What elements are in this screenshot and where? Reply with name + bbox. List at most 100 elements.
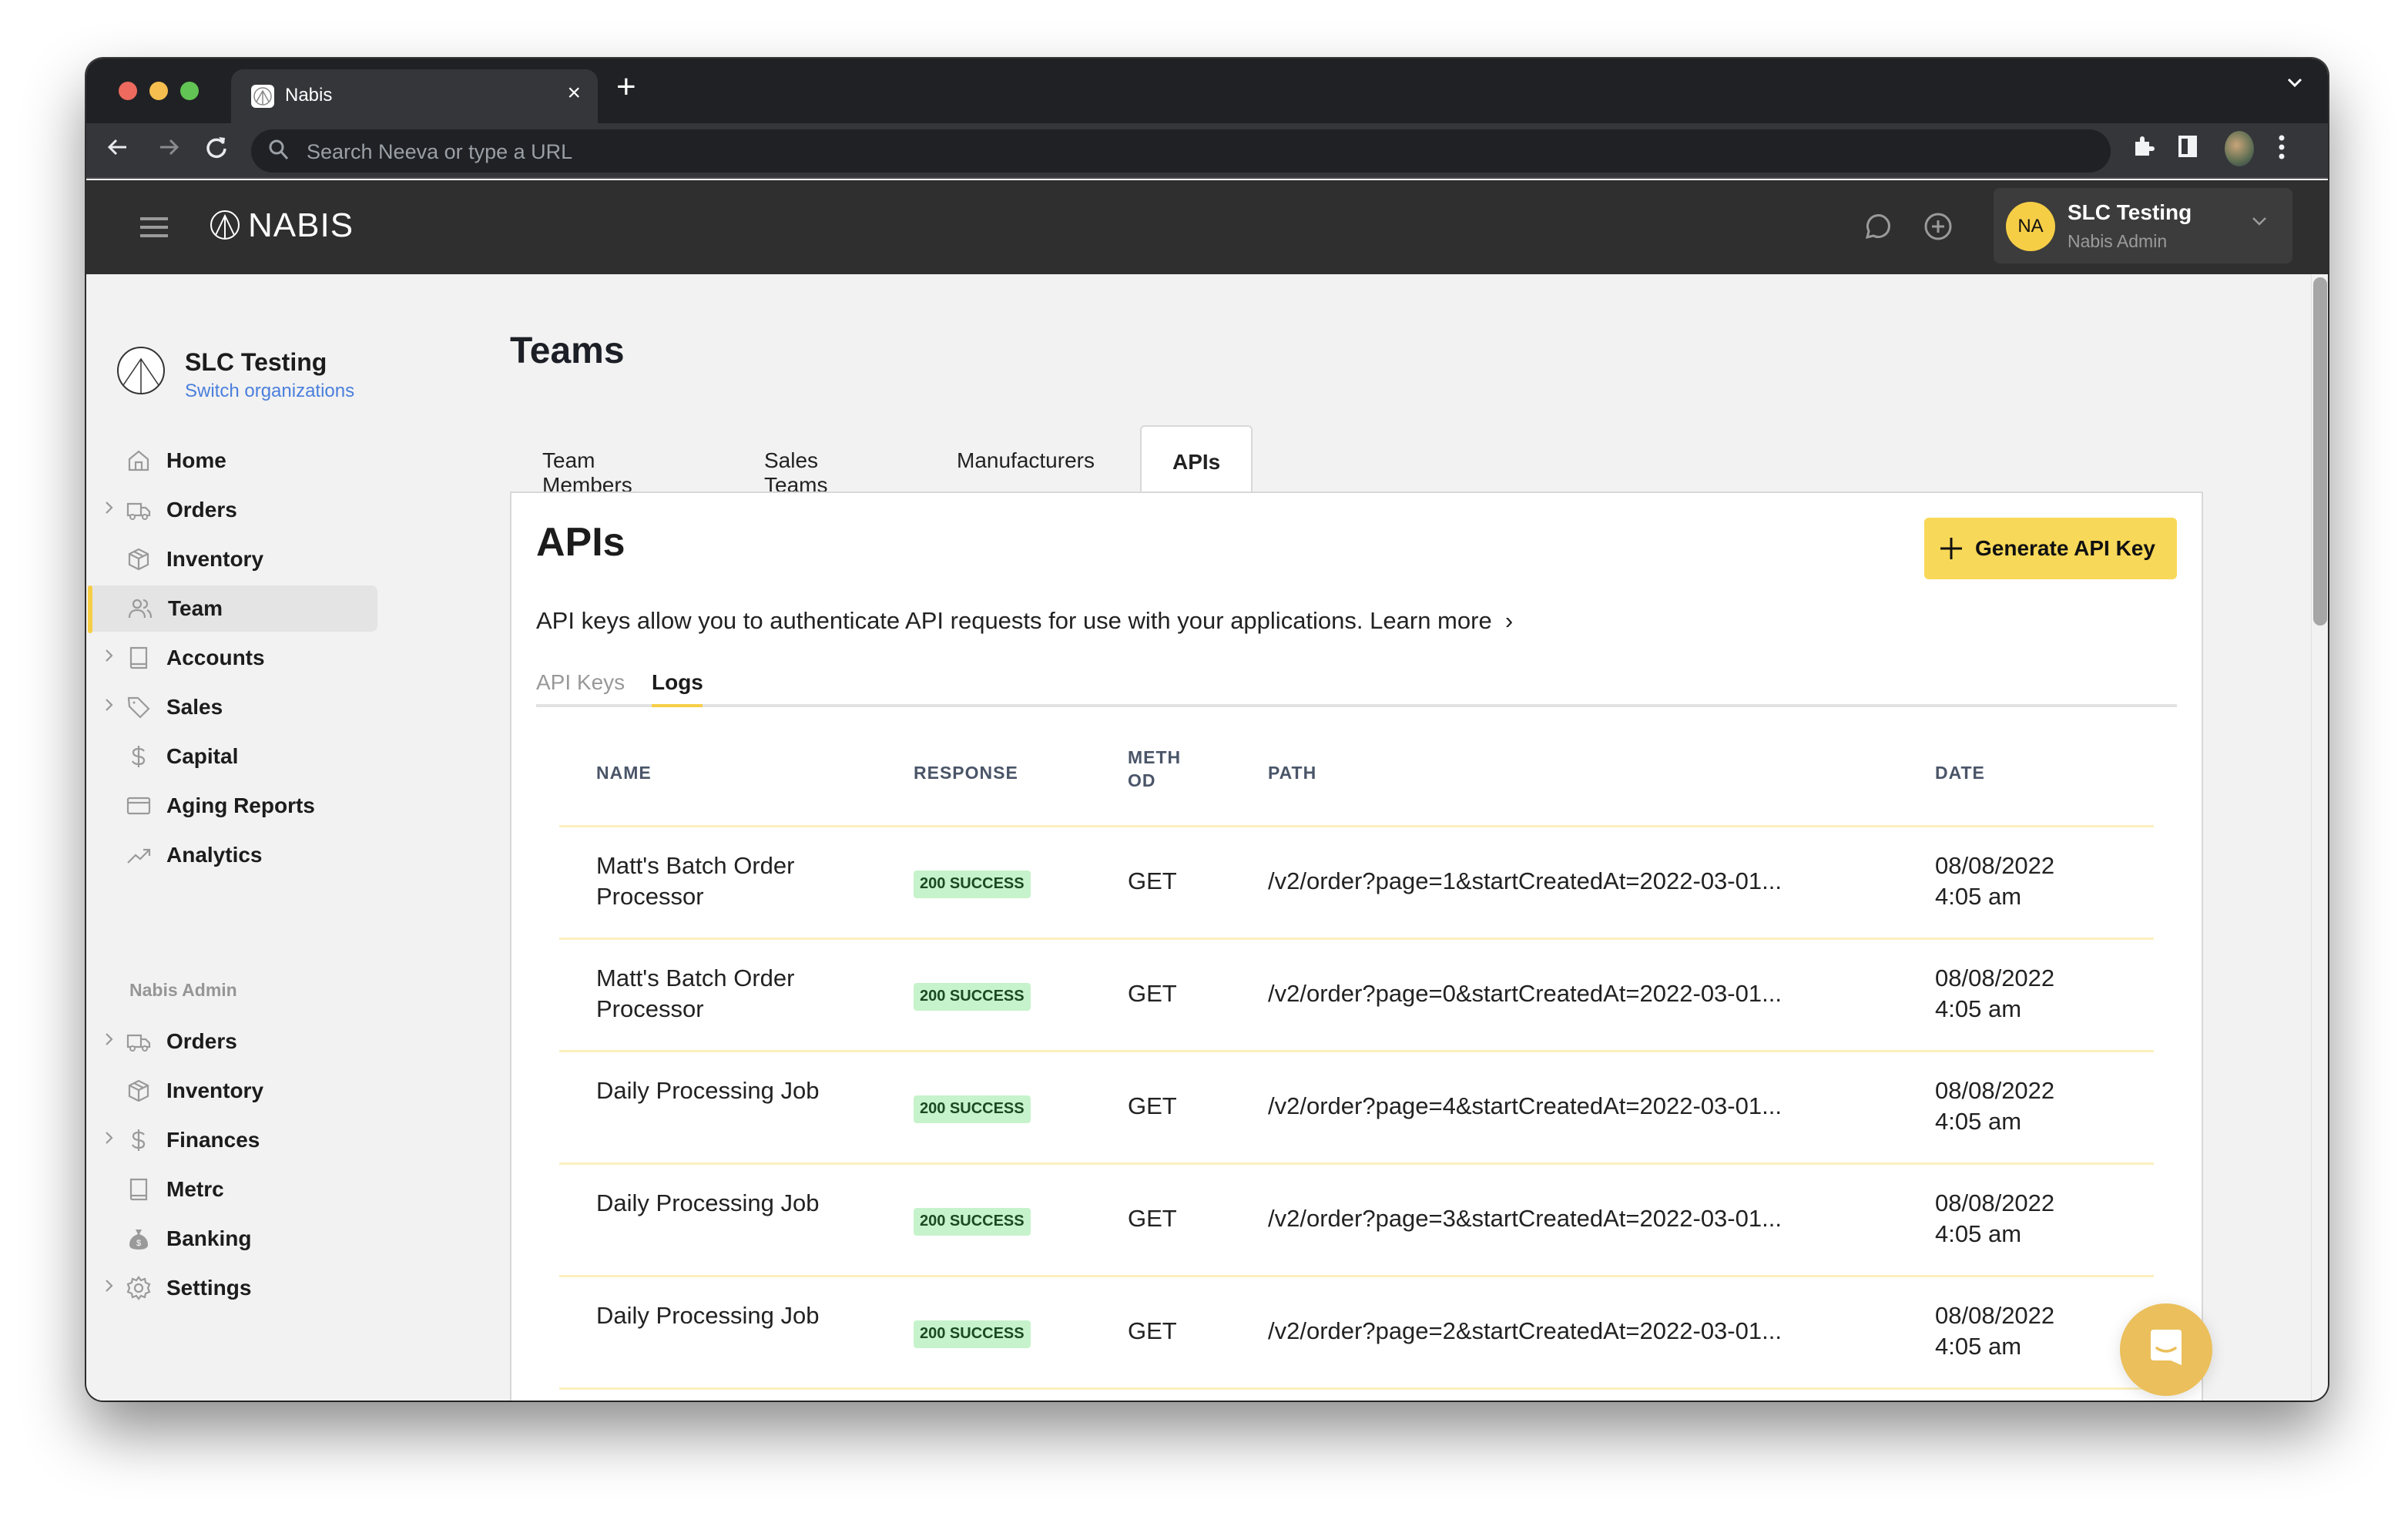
truck-icon	[126, 498, 151, 522]
tab-apis[interactable]: APIs	[1140, 425, 1253, 493]
generate-api-key-button[interactable]: Generate API Key	[1924, 518, 2177, 579]
learn-more-label: Learn more	[1370, 607, 1492, 634]
sidebar-item-capital[interactable]: Capital	[86, 733, 377, 780]
chevron-right-icon[interactable]	[103, 695, 116, 720]
method-header-line-2: OD	[1128, 770, 1156, 790]
column-header-path[interactable]: PATH	[1268, 763, 1316, 783]
svg-text:$: $	[136, 1239, 141, 1248]
tab-close-icon[interactable]: ×	[567, 80, 581, 106]
log-date: 08/08/2022 4:05 am	[1935, 1300, 2054, 1362]
browser-tab[interactable]: Nabis ×	[231, 69, 598, 125]
subtab-logs[interactable]: Logs	[652, 670, 703, 695]
back-icon[interactable]	[105, 134, 131, 167]
new-tab-icon[interactable]: +	[616, 68, 636, 106]
sidebar-item-home[interactable]: Home	[86, 438, 377, 484]
column-header-response[interactable]: RESPONSE	[914, 763, 1018, 783]
sidebar-section-nabis-admin: Nabis Admin	[129, 980, 237, 1000]
subtab-api-keys[interactable]: API Keys	[536, 670, 625, 695]
sidebar-item-orders[interactable]: Orders	[86, 487, 377, 533]
page-scrollbar[interactable]	[2311, 274, 2328, 1401]
card-icon	[126, 793, 151, 818]
chevron-right-icon[interactable]	[103, 1128, 116, 1153]
sidebar-item-label: Accounts	[166, 646, 265, 669]
reload-icon[interactable]	[203, 134, 230, 167]
organization-switcher[interactable]: NA SLC Testing Nabis Admin	[1994, 188, 2292, 263]
description-text: API keys allow you to authenticate API r…	[536, 607, 1363, 634]
minimize-window-button[interactable]	[149, 82, 168, 100]
maximize-window-button[interactable]	[180, 82, 199, 100]
column-header-method[interactable]: METH OD	[1128, 746, 1189, 792]
chevron-right-icon[interactable]	[103, 1276, 116, 1301]
address-input-placeholder[interactable]: Search Neeva or type a URL	[307, 140, 572, 164]
table-row[interactable]: Daily Processing Job 200 SUCCESS GET/v2/or…	[559, 1052, 2154, 1165]
sidebar-item-sales[interactable]: Sales	[86, 684, 377, 730]
sidebar-item-settings[interactable]: Settings	[86, 1265, 377, 1311]
log-path: /v2/order?page=1&startCreatedAt=2022-03-…	[1268, 867, 1782, 894]
sidebar-item-accounts[interactable]: Accounts	[86, 635, 377, 681]
extensions-icon[interactable]	[2131, 134, 2155, 165]
sidebar-item-label: Banking	[166, 1226, 252, 1250]
forward-icon[interactable]	[156, 134, 182, 167]
sidebar-item-finances[interactable]: Finances	[86, 1117, 377, 1163]
profile-avatar[interactable]	[2225, 131, 2254, 166]
learn-more-link[interactable]: Learn more ›	[1370, 607, 1513, 634]
table-row[interactable]: Daily Processing Job 200 SUCCESS GET/v2/or…	[559, 1277, 2154, 1390]
column-header-date[interactable]: DATE	[1935, 763, 1985, 783]
hamburger-menu-icon[interactable]	[140, 217, 168, 237]
log-date: 08/08/2022 4:05 am	[1935, 850, 2054, 912]
chevron-right-icon[interactable]	[103, 1029, 116, 1055]
tab-search-chevron-icon[interactable]	[2285, 72, 2305, 98]
box-icon	[126, 547, 151, 572]
sidebar-item-aging-reports[interactable]: Aging Reports	[86, 783, 377, 829]
table-row[interactable]: Matt's Batch Order Processor 200 SUCCESS G…	[559, 940, 2154, 1052]
sidebar-item-label: Team	[168, 596, 223, 620]
sidebar-item-label: Metrc	[166, 1177, 224, 1201]
browser-toolbar: Search Neeva or type a URL	[86, 123, 2328, 179]
status-badge: 200 SUCCESS	[914, 1320, 1031, 1348]
scrollbar-thumb[interactable]	[2313, 277, 2327, 626]
log-date: 08/08/2022 4:05 am	[1935, 1075, 2054, 1137]
side-panel-icon[interactable]	[2178, 136, 2197, 157]
log-method: GET	[1128, 1317, 1177, 1344]
chat-icon[interactable]	[1861, 211, 1892, 242]
support-chat-button[interactable]	[2120, 1303, 2212, 1396]
sidebar-item-banking[interactable]: $ Banking	[86, 1216, 377, 1262]
users-icon	[128, 596, 153, 621]
sidebar-item-metrc[interactable]: Metrc	[86, 1166, 377, 1213]
tab-team-members[interactable]: Team Members	[542, 425, 632, 497]
address-bar[interactable]: Search Neeva or type a URL	[251, 129, 2111, 173]
column-header-name[interactable]: NAME	[596, 763, 652, 783]
kebab-menu-icon[interactable]	[2277, 134, 2286, 166]
log-date-time: 4:05 am	[1935, 1108, 2022, 1135]
sidebar-item-label: Settings	[166, 1276, 252, 1300]
home-icon	[126, 448, 151, 473]
sidebar-item-team[interactable]: Team	[88, 585, 377, 633]
tab-sales-teams[interactable]: Sales Teams	[764, 425, 827, 497]
chevron-right-icon[interactable]	[103, 646, 116, 671]
chevron-right-icon[interactable]	[103, 498, 116, 523]
switch-organizations-link[interactable]: Switch organizations	[185, 381, 354, 402]
log-date-day: 08/08/2022	[1935, 1077, 2055, 1104]
log-path: /v2/order?page=0&startCreatedAt=2022-03-…	[1268, 980, 1782, 1007]
sidebar-item-inventory[interactable]: Inventory	[86, 1068, 377, 1114]
log-name: Matt's Batch Order Processor	[596, 852, 795, 910]
nabis-logo-text[interactable]: NABIS	[248, 206, 354, 245]
sidebar-item-orders[interactable]: Orders	[86, 1018, 377, 1065]
status-badge: 200 SUCCESS	[914, 871, 1031, 898]
table-header: NAME RESPONSE METH OD PATH DATE	[559, 740, 2154, 827]
add-circle-icon[interactable]	[1923, 211, 1954, 242]
log-date-time: 4:05 am	[1935, 883, 2022, 910]
table-row[interactable]: Matt's Batch Order Processor 200 SUCCESS G…	[559, 827, 2154, 940]
book-icon	[126, 1177, 151, 1202]
log-name: Daily Processing Job	[596, 1302, 820, 1329]
trend-icon	[126, 843, 151, 867]
search-icon	[268, 139, 290, 167]
sidebar-item-inventory[interactable]: Inventory	[86, 536, 377, 582]
close-window-button[interactable]	[119, 82, 137, 100]
active-subtab-indicator	[652, 704, 703, 707]
sidebar-item-analytics[interactable]: Analytics	[86, 832, 377, 878]
page-title: Teams	[510, 330, 625, 371]
tab-manufacturers[interactable]: Manufacturers	[957, 425, 1095, 491]
table-row[interactable]: Daily Processing Job 200 SUCCESS GET/v2/or…	[559, 1165, 2154, 1277]
logs-table: NAME RESPONSE METH OD PATH DATE Matt's B…	[559, 740, 2154, 1390]
